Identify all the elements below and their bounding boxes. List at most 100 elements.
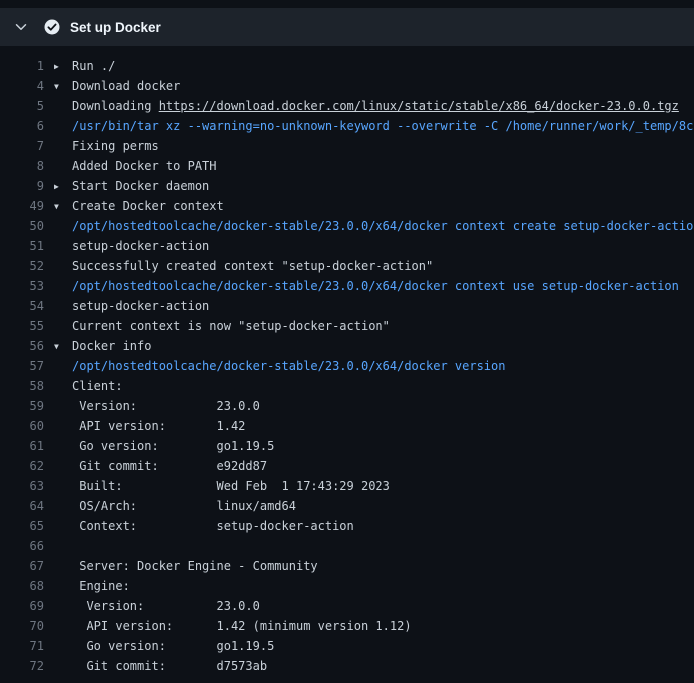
log-line: 66 xyxy=(0,536,694,556)
line-number[interactable]: 5 xyxy=(0,99,44,113)
line-number[interactable]: 55 xyxy=(0,319,44,333)
line-text: OS/Arch: linux/amd64 xyxy=(72,499,296,513)
line-text: Go version: go1.19.5 xyxy=(72,439,274,453)
log-line-command: 50 /opt/hostedtoolcache/docker-stable/23… xyxy=(0,216,694,236)
log-line-group[interactable]: 56 ▼ Docker info xyxy=(0,336,694,356)
line-number[interactable]: 51 xyxy=(0,239,44,253)
log-line: 55 Current context is now "setup-docker-… xyxy=(0,316,694,336)
log-line-command: 57 /opt/hostedtoolcache/docker-stable/23… xyxy=(0,356,694,376)
top-strip xyxy=(0,0,694,8)
log-line: 63 Built: Wed Feb 1 17:43:29 2023 xyxy=(0,476,694,496)
log-line-group[interactable]: 1 ▶ Run ./ xyxy=(0,56,694,76)
line-text: Go version: go1.19.5 xyxy=(72,639,274,653)
log-line: 68 Engine: xyxy=(0,576,694,596)
line-number[interactable]: 71 xyxy=(0,639,44,653)
line-text: Server: Docker Engine - Community xyxy=(72,559,318,573)
line-number[interactable]: 53 xyxy=(0,279,44,293)
step-header[interactable]: Set up Docker xyxy=(0,8,694,46)
line-number[interactable]: 7 xyxy=(0,139,44,153)
line-number[interactable]: 64 xyxy=(0,499,44,513)
command-text: /opt/hostedtoolcache/docker-stable/23.0.… xyxy=(72,359,505,373)
line-number[interactable]: 50 xyxy=(0,219,44,233)
line-number[interactable]: 72 xyxy=(0,659,44,673)
log-line: 52 Successfully created context "setup-d… xyxy=(0,256,694,276)
log-line: 59 Version: 23.0.0 xyxy=(0,396,694,416)
log-line: 65 Context: setup-docker-action xyxy=(0,516,694,536)
chevron-down-icon[interactable] xyxy=(14,20,28,34)
line-text: setup-docker-action xyxy=(72,239,209,253)
line-number[interactable]: 56 xyxy=(0,339,44,353)
command-text: /opt/hostedtoolcache/docker-stable/23.0.… xyxy=(72,279,679,293)
log-line: 72 Git commit: d7573ab xyxy=(0,656,694,676)
log-line: 67 Server: Docker Engine - Community xyxy=(0,556,694,576)
line-number[interactable]: 58 xyxy=(0,379,44,393)
line-number[interactable]: 4 xyxy=(0,79,44,93)
log-viewer: 1 ▶ Run ./ 4 ▼ Download docker 5 Downloa… xyxy=(0,46,694,676)
line-number[interactable]: 65 xyxy=(0,519,44,533)
step-title: Set up Docker xyxy=(70,20,161,35)
log-line-group[interactable]: 4 ▼ Download docker xyxy=(0,76,694,96)
line-number[interactable]: 63 xyxy=(0,479,44,493)
line-text: Git commit: d7573ab xyxy=(72,659,267,673)
line-text: Client: xyxy=(72,379,123,393)
line-text: Version: 23.0.0 xyxy=(72,399,260,413)
line-text: Current context is now "setup-docker-act… xyxy=(72,319,390,333)
log-line: 7 Fixing perms xyxy=(0,136,694,156)
line-number[interactable]: 1 xyxy=(0,59,44,73)
group-toggle-icon[interactable]: ▼ xyxy=(54,82,72,91)
line-number[interactable]: 67 xyxy=(0,559,44,573)
log-line: 62 Git commit: e92dd87 xyxy=(0,456,694,476)
log-line-group[interactable]: 9 ▶ Start Docker daemon xyxy=(0,176,694,196)
group-toggle-icon[interactable]: ▼ xyxy=(54,342,72,351)
line-number[interactable]: 8 xyxy=(0,159,44,173)
log-line: 60 API version: 1.42 xyxy=(0,416,694,436)
line-number[interactable]: 66 xyxy=(0,539,44,553)
line-number[interactable]: 68 xyxy=(0,579,44,593)
group-toggle-icon[interactable]: ▼ xyxy=(54,202,72,211)
command-text: /opt/hostedtoolcache/docker-stable/23.0.… xyxy=(72,219,694,233)
line-text: Built: Wed Feb 1 17:43:29 2023 xyxy=(72,479,390,493)
line-text: Engine: xyxy=(72,579,130,593)
group-toggle-icon[interactable]: ▶ xyxy=(54,182,72,191)
line-number[interactable]: 59 xyxy=(0,399,44,413)
line-text: Successfully created context "setup-dock… xyxy=(72,259,433,273)
log-line: 51 setup-docker-action xyxy=(0,236,694,256)
log-line-command: 6 /usr/bin/tar xz --warning=no-unknown-k… xyxy=(0,116,694,136)
download-url-link[interactable]: https://download.docker.com/linux/static… xyxy=(159,99,679,113)
line-text: Context: setup-docker-action xyxy=(72,519,354,533)
line-number[interactable]: 6 xyxy=(0,119,44,133)
group-title[interactable]: Run ./ xyxy=(72,59,115,73)
line-number[interactable]: 54 xyxy=(0,299,44,313)
log-line: 71 Go version: go1.19.5 xyxy=(0,636,694,656)
line-number[interactable]: 60 xyxy=(0,419,44,433)
command-text: /usr/bin/tar xz --warning=no-unknown-key… xyxy=(72,119,694,133)
line-number[interactable]: 9 xyxy=(0,179,44,193)
group-title[interactable]: Create Docker context xyxy=(72,199,224,213)
log-line: 69 Version: 23.0.0 xyxy=(0,596,694,616)
log-line: 54 setup-docker-action xyxy=(0,296,694,316)
log-line: 58 Client: xyxy=(0,376,694,396)
line-text: API version: 1.42 xyxy=(72,419,245,433)
line-number[interactable]: 57 xyxy=(0,359,44,373)
log-line: 64 OS/Arch: linux/amd64 xyxy=(0,496,694,516)
line-number[interactable]: 70 xyxy=(0,619,44,633)
group-title[interactable]: Docker info xyxy=(72,339,151,353)
line-number[interactable]: 61 xyxy=(0,439,44,453)
group-title[interactable]: Download docker xyxy=(72,79,180,93)
line-number[interactable]: 69 xyxy=(0,599,44,613)
log-line-command: 53 /opt/hostedtoolcache/docker-stable/23… xyxy=(0,276,694,296)
line-number[interactable]: 49 xyxy=(0,199,44,213)
line-text: Version: 23.0.0 xyxy=(72,599,260,613)
line-number[interactable]: 52 xyxy=(0,259,44,273)
line-text: Git commit: e92dd87 xyxy=(72,459,267,473)
group-toggle-icon[interactable]: ▶ xyxy=(54,62,72,71)
line-text: API version: 1.42 (minimum version 1.12) xyxy=(72,619,412,633)
line-number[interactable]: 62 xyxy=(0,459,44,473)
check-circle-icon xyxy=(44,19,60,35)
line-text: Downloading xyxy=(72,99,159,113)
line-text: Fixing perms xyxy=(72,139,159,153)
group-title[interactable]: Start Docker daemon xyxy=(72,179,209,193)
log-line-group[interactable]: 49 ▼ Create Docker context xyxy=(0,196,694,216)
log-line: 5 Downloading https://download.docker.co… xyxy=(0,96,694,116)
log-line: 8 Added Docker to PATH xyxy=(0,156,694,176)
